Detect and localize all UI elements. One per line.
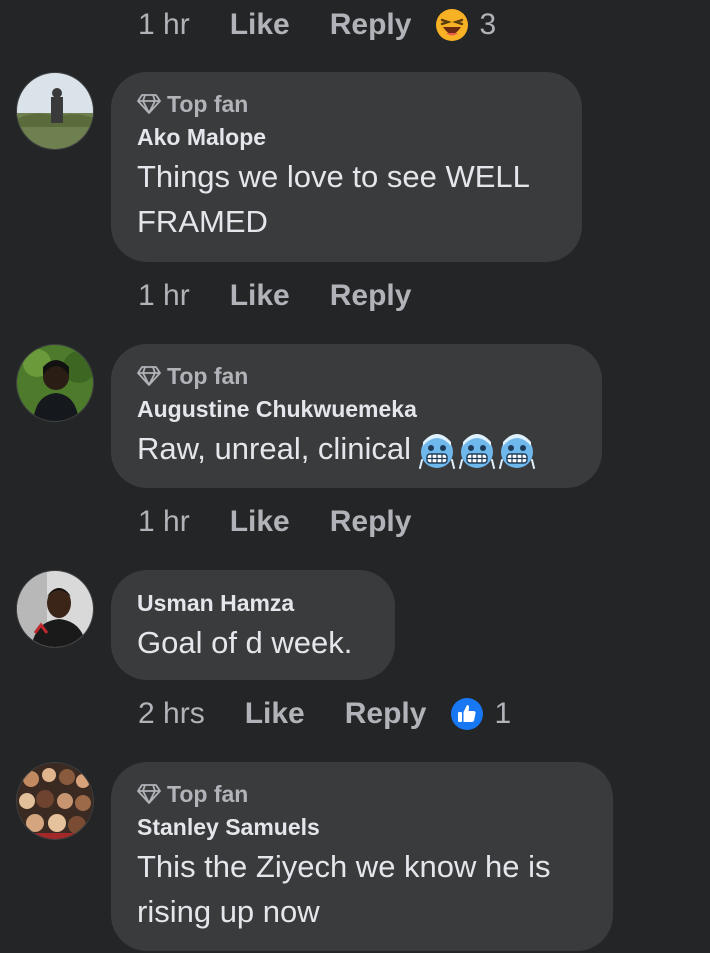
- comment-author[interactable]: Augustine Chukwuemeka: [137, 392, 576, 426]
- comment-timestamp: 2 hrs: [138, 697, 205, 730]
- reply-button[interactable]: Reply: [345, 697, 427, 731]
- comment-bubble: Top fan Augustine Chukwuemeka Raw, unrea…: [111, 344, 602, 488]
- comment-text: Things we love to see WELL FRAMED: [137, 159, 529, 239]
- avatar[interactable]: [16, 762, 94, 840]
- diamond-icon: [137, 94, 161, 114]
- comment-timestamp: 1 hr: [138, 8, 190, 41]
- comment-timestamp: 1 hr: [138, 279, 190, 312]
- reaction-count: 1: [494, 697, 512, 730]
- reply-button[interactable]: Reply: [330, 279, 412, 313]
- like-button[interactable]: Like: [230, 505, 290, 539]
- reaction-summary[interactable]: 1: [450, 697, 511, 731]
- comment-actions: 1 hr Like Reply 3: [138, 2, 496, 48]
- badge-label: Top fan: [167, 90, 249, 117]
- badge-label: Top fan: [167, 362, 249, 389]
- avatar[interactable]: [16, 344, 94, 422]
- comment-text-row: Raw, unreal, clinical: [137, 426, 576, 471]
- comment-author[interactable]: Usman Hamza: [137, 586, 369, 620]
- comment-author[interactable]: Ako Malope: [137, 120, 556, 154]
- like-button[interactable]: Like: [230, 279, 290, 313]
- comment-text: Goal of d week.: [137, 625, 353, 660]
- comment-actions: 2 hrs Like Reply 1: [138, 691, 511, 737]
- comment-bubble: Usman Hamza Goal of d week.: [111, 570, 395, 680]
- laughing-emoji-icon: [436, 9, 469, 41]
- top-fan-badge: Top fan: [137, 360, 576, 392]
- top-fan-badge: Top fan: [137, 88, 556, 120]
- cold-face-emoji-icon: [418, 433, 455, 469]
- like-reaction-icon: [451, 698, 484, 730]
- top-fan-badge: Top fan: [137, 778, 587, 810]
- cold-face-emoji-icon: [498, 433, 535, 469]
- comment-bubble: Top fan Stanley Samuels This the Ziyech …: [111, 762, 613, 951]
- diamond-icon: [137, 366, 161, 386]
- reply-button[interactable]: Reply: [330, 8, 412, 42]
- reaction-count: 3: [479, 8, 497, 41]
- emoji-group: [418, 432, 539, 470]
- avatar[interactable]: [16, 570, 94, 648]
- comment-author[interactable]: Stanley Samuels: [137, 810, 587, 844]
- like-button[interactable]: Like: [245, 697, 305, 731]
- comment-timestamp: 1 hr: [138, 505, 190, 538]
- badge-label: Top fan: [167, 780, 249, 807]
- like-button[interactable]: Like: [230, 8, 290, 42]
- comment-actions: 1 hr Like Reply: [138, 499, 451, 545]
- comment-actions: 1 hr Like Reply: [138, 273, 451, 319]
- reply-button[interactable]: Reply: [330, 505, 412, 539]
- cold-face-emoji-icon: [458, 433, 495, 469]
- diamond-icon: [137, 784, 161, 804]
- comment-text: Raw, unreal, clinical: [137, 431, 411, 466]
- comment-bubble: Top fan Ako Malope Things we love to see…: [111, 72, 582, 262]
- reaction-summary[interactable]: 3: [435, 8, 496, 42]
- comment-text: This the Ziyech we know he is rising up …: [137, 849, 551, 929]
- avatar[interactable]: [16, 72, 94, 150]
